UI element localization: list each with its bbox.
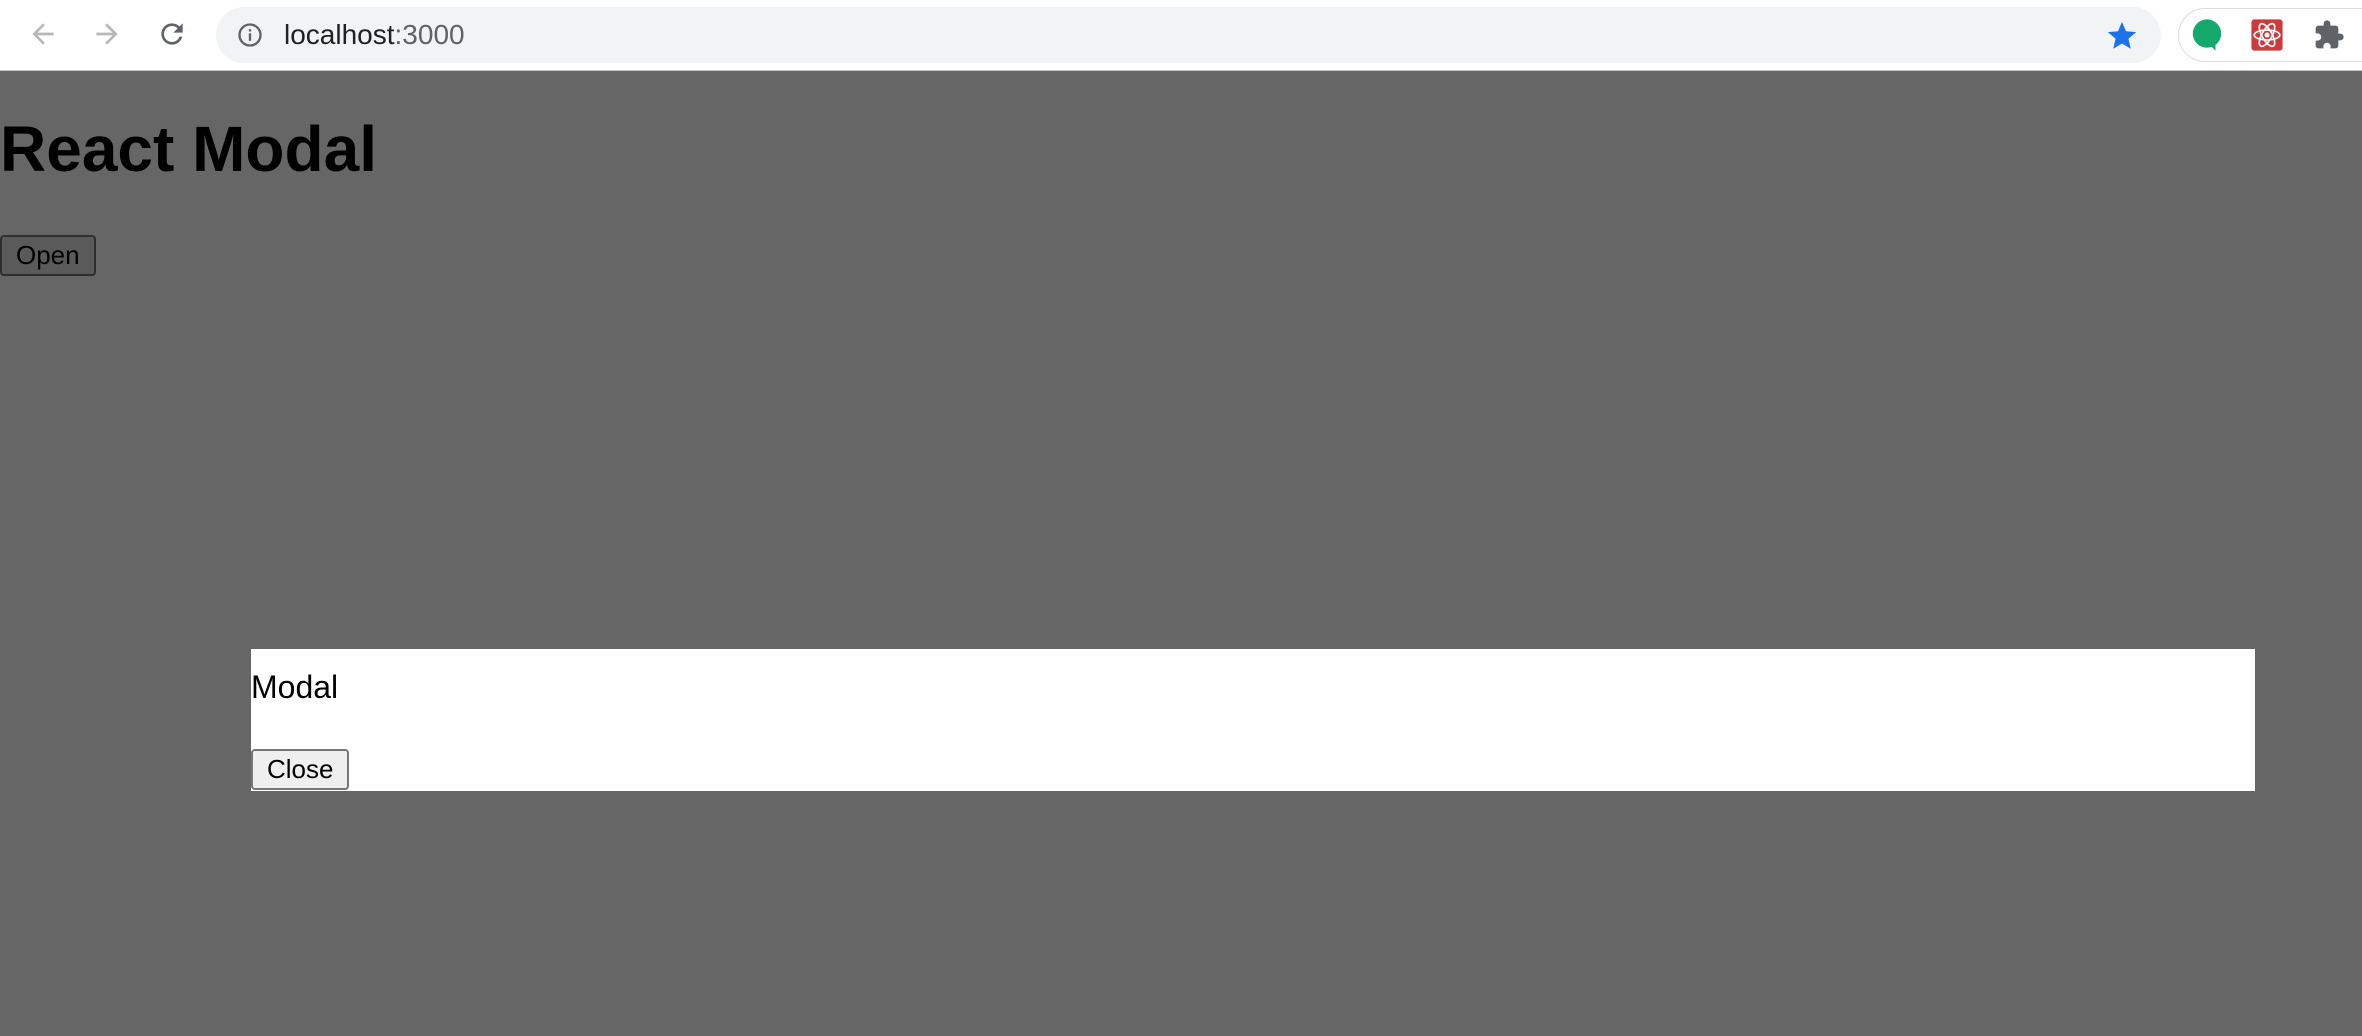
page-overlay[interactable]: React Modal Open Modal Close (0, 71, 2362, 1036)
url-host: localhost (284, 19, 395, 50)
extensions-area (2178, 8, 2362, 62)
react-devtools-extension-icon[interactable] (2249, 17, 2285, 53)
address-bar[interactable]: localhost:3000 (216, 7, 2161, 63)
modal-title: Modal (251, 669, 339, 705)
modal-dialog: Modal Close (251, 649, 2255, 791)
close-button[interactable]: Close (251, 749, 350, 790)
grammarly-extension-icon[interactable] (2189, 17, 2225, 53)
site-info-icon[interactable] (236, 21, 264, 49)
reload-icon[interactable] (150, 12, 194, 56)
open-button[interactable]: Open (0, 235, 96, 276)
bookmark-star-icon[interactable] (2105, 19, 2139, 53)
page-title: React Modal (0, 113, 377, 185)
extensions-puzzle-icon[interactable] (2311, 17, 2347, 53)
url-port: :3000 (394, 19, 465, 50)
browser-toolbar: localhost:3000 (0, 0, 2362, 71)
forward-arrow-icon[interactable] (85, 12, 129, 56)
back-arrow-icon[interactable] (21, 12, 65, 56)
url-text: localhost:3000 (284, 7, 465, 63)
